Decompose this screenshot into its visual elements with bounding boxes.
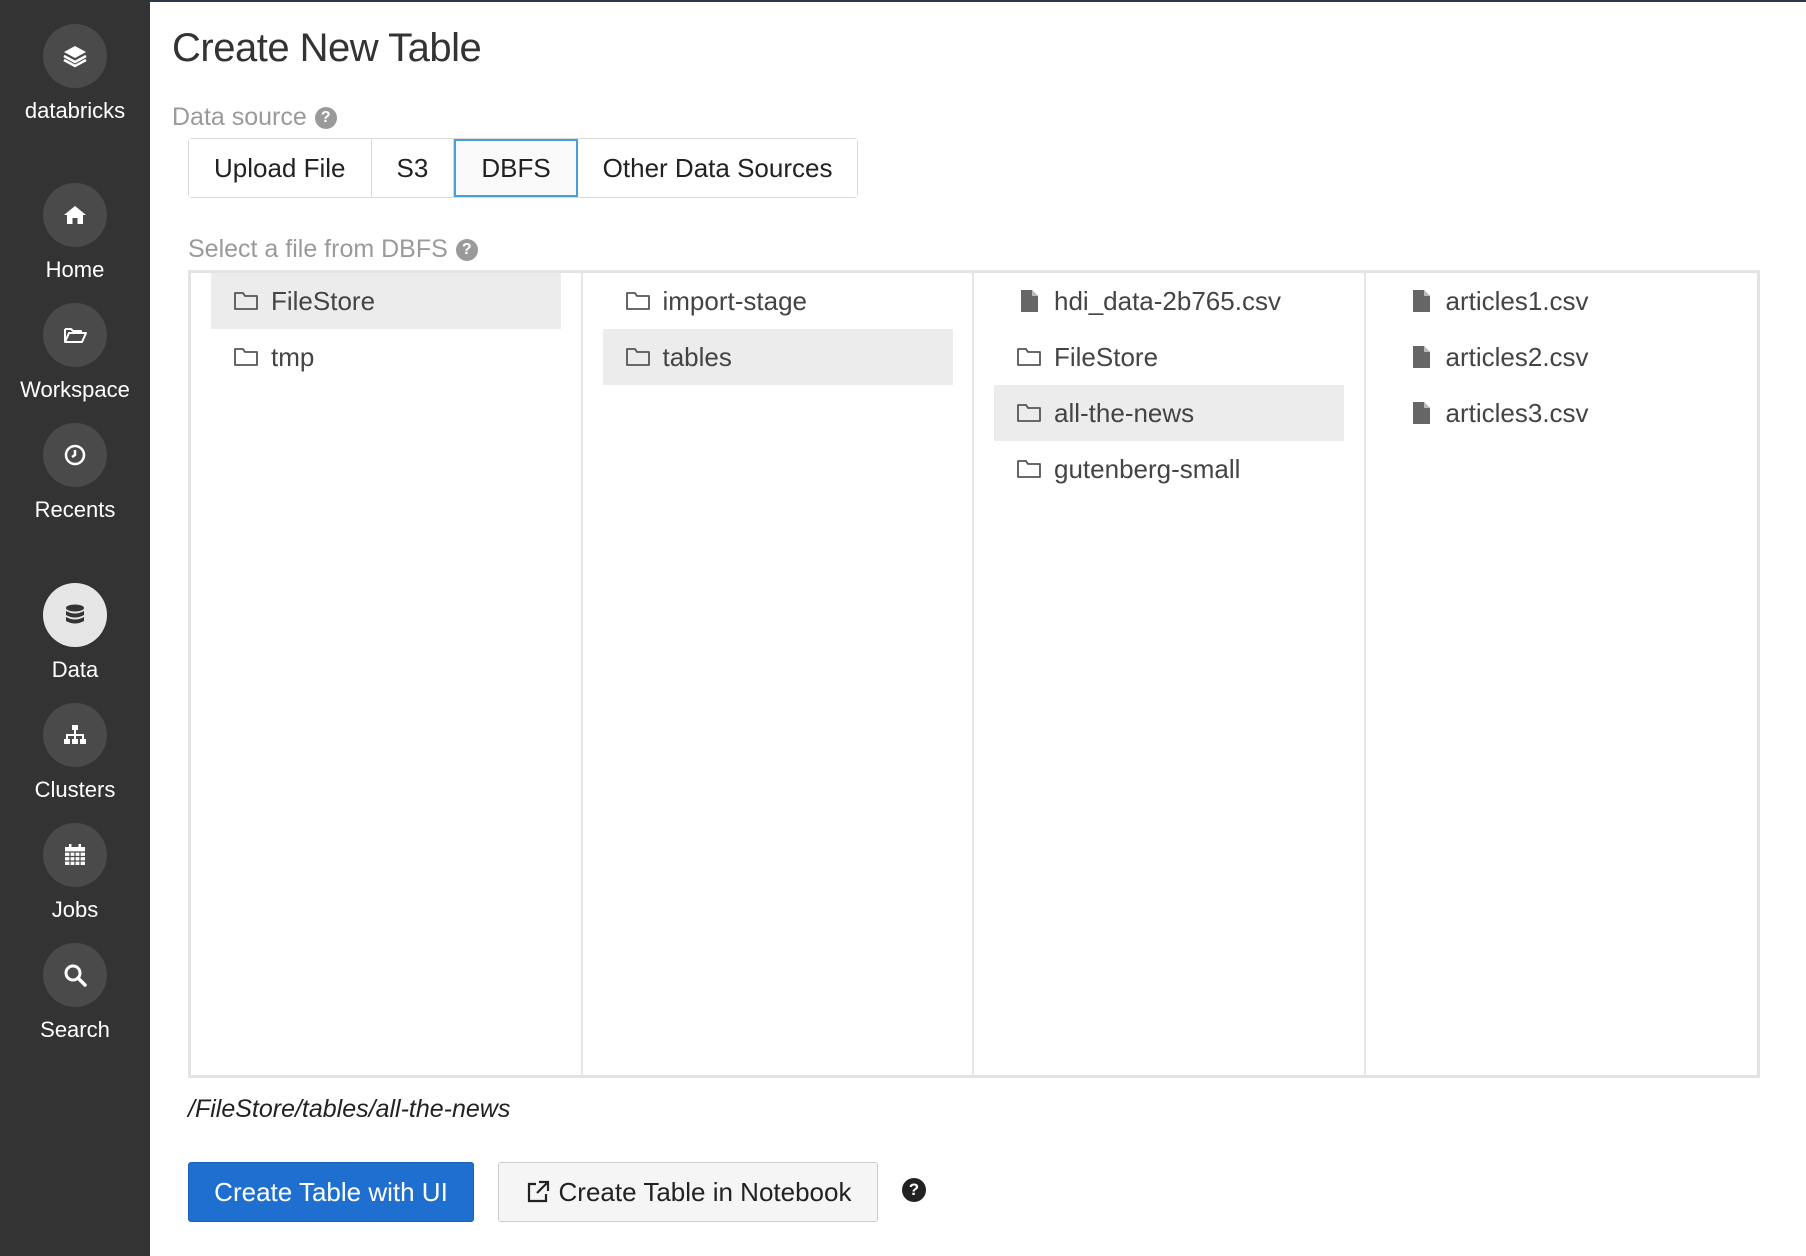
folder-icon: [234, 348, 258, 366]
entry-name: articles3.csv: [1445, 397, 1589, 428]
cluster-icon: [43, 703, 107, 767]
file-entry[interactable]: articles2.csv: [1386, 329, 1736, 385]
create-table-in-notebook-label: Create Table in Notebook: [558, 1176, 852, 1207]
entry-name: all-the-news: [1054, 397, 1195, 428]
entry-name: articles2.csv: [1445, 341, 1589, 372]
nav-label: Workspace: [20, 377, 130, 402]
entry-name: gutenberg-small: [1054, 453, 1241, 484]
nav-recents[interactable]: Recents: [0, 423, 150, 523]
browser-column: import-stage tables: [583, 273, 974, 1075]
selected-path: /FileStore/tables/all-the-news: [188, 1095, 511, 1123]
database-icon: [43, 583, 107, 647]
main-content: Create New Table Data source ? Upload Fi…: [150, 0, 1806, 1256]
create-table-in-notebook-button[interactable]: Create Table in Notebook: [498, 1162, 878, 1222]
help-icon[interactable]: ?: [314, 106, 337, 129]
folder-entry[interactable]: FileStore: [211, 273, 561, 329]
nav-label: Recents: [34, 497, 116, 522]
nav-label: Home: [45, 257, 105, 282]
entry-name: hdi_data-2b765.csv: [1054, 285, 1281, 316]
nav-data[interactable]: Data: [0, 583, 150, 683]
folder-icon: [625, 292, 650, 310]
folder-icon: [234, 292, 258, 310]
browser-column: hdi_data-2b765.csv FileStore all-the-new…: [974, 273, 1366, 1075]
folder-icon: [1017, 348, 1041, 366]
nav-label: databricks: [24, 98, 126, 123]
browser-column: articles1.csv articles2.csv articles3.cs…: [1366, 273, 1758, 1075]
nav-clusters[interactable]: Clusters: [0, 703, 150, 803]
databricks-logo-icon: [43, 24, 107, 88]
file-entry[interactable]: articles3.csv: [1386, 385, 1736, 441]
folder-icon: [625, 348, 650, 366]
help-icon[interactable]: ?: [455, 238, 478, 261]
calendar-icon: [43, 823, 107, 887]
entry-name: FileStore: [271, 285, 376, 316]
external-link-icon: [527, 1180, 549, 1203]
entry-name: import-stage: [662, 285, 808, 316]
file-icon: [1412, 290, 1430, 312]
search-icon: [43, 943, 107, 1007]
page-title: Create New Table: [172, 26, 482, 70]
tab-upload-file[interactable]: Upload File: [189, 139, 372, 197]
entry-name: articles1.csv: [1445, 285, 1589, 316]
nav-label: Clusters: [34, 777, 116, 802]
nav-label: Search: [40, 1017, 110, 1042]
dbfs-file-browser: FileStore tmp import-stage tables hdi_da…: [188, 270, 1760, 1078]
data-source-text: Data source: [172, 103, 307, 131]
file-entry[interactable]: hdi_data-2b765.csv: [994, 273, 1344, 329]
entry-name: FileStore: [1054, 341, 1159, 372]
nav-label: Data: [51, 657, 99, 682]
file-icon: [1412, 346, 1430, 368]
browser-column: FileStore tmp: [191, 273, 583, 1075]
folder-open-icon: [43, 303, 107, 367]
folder-entry[interactable]: import-stage: [603, 273, 953, 329]
data-source-label: Data source ?: [172, 103, 337, 132]
folder-entry[interactable]: FileStore: [994, 329, 1344, 385]
folder-icon: [1017, 460, 1041, 478]
nav-databricks[interactable]: databricks: [0, 24, 150, 124]
clock-icon: [43, 423, 107, 487]
tab-s3[interactable]: S3: [371, 139, 455, 197]
file-entry[interactable]: articles1.csv: [1386, 273, 1736, 329]
file-icon: [1021, 290, 1038, 312]
nav-search[interactable]: Search: [0, 943, 150, 1043]
entry-name: tables: [662, 341, 732, 372]
nav-home[interactable]: Home: [0, 183, 150, 283]
home-icon: [43, 183, 107, 247]
select-file-text: Select a file from DBFS: [188, 235, 448, 263]
tab-other-data-sources[interactable]: Other Data Sources: [577, 139, 858, 197]
nav-jobs[interactable]: Jobs: [0, 823, 150, 923]
folder-icon: [1017, 404, 1041, 422]
nav-workspace[interactable]: Workspace: [0, 303, 150, 403]
entry-name: tmp: [271, 341, 315, 372]
create-table-with-ui-button[interactable]: Create Table with UI: [188, 1162, 474, 1222]
folder-entry[interactable]: tables: [602, 329, 953, 385]
tab-dbfs[interactable]: DBFS: [454, 139, 578, 197]
nav-label: Jobs: [51, 897, 99, 922]
folder-entry[interactable]: all-the-news: [994, 385, 1344, 441]
select-file-label: Select a file from DBFS ?: [188, 235, 478, 264]
data-source-tabs: Upload File S3 DBFS Other Data Sources: [188, 138, 859, 198]
help-icon[interactable]: ?: [902, 1178, 926, 1202]
file-icon: [1412, 402, 1430, 424]
sidebar: databricks Home Workspace Recents Data C…: [0, 0, 150, 1256]
folder-entry[interactable]: tmp: [211, 329, 561, 385]
folder-entry[interactable]: gutenberg-small: [994, 441, 1344, 497]
